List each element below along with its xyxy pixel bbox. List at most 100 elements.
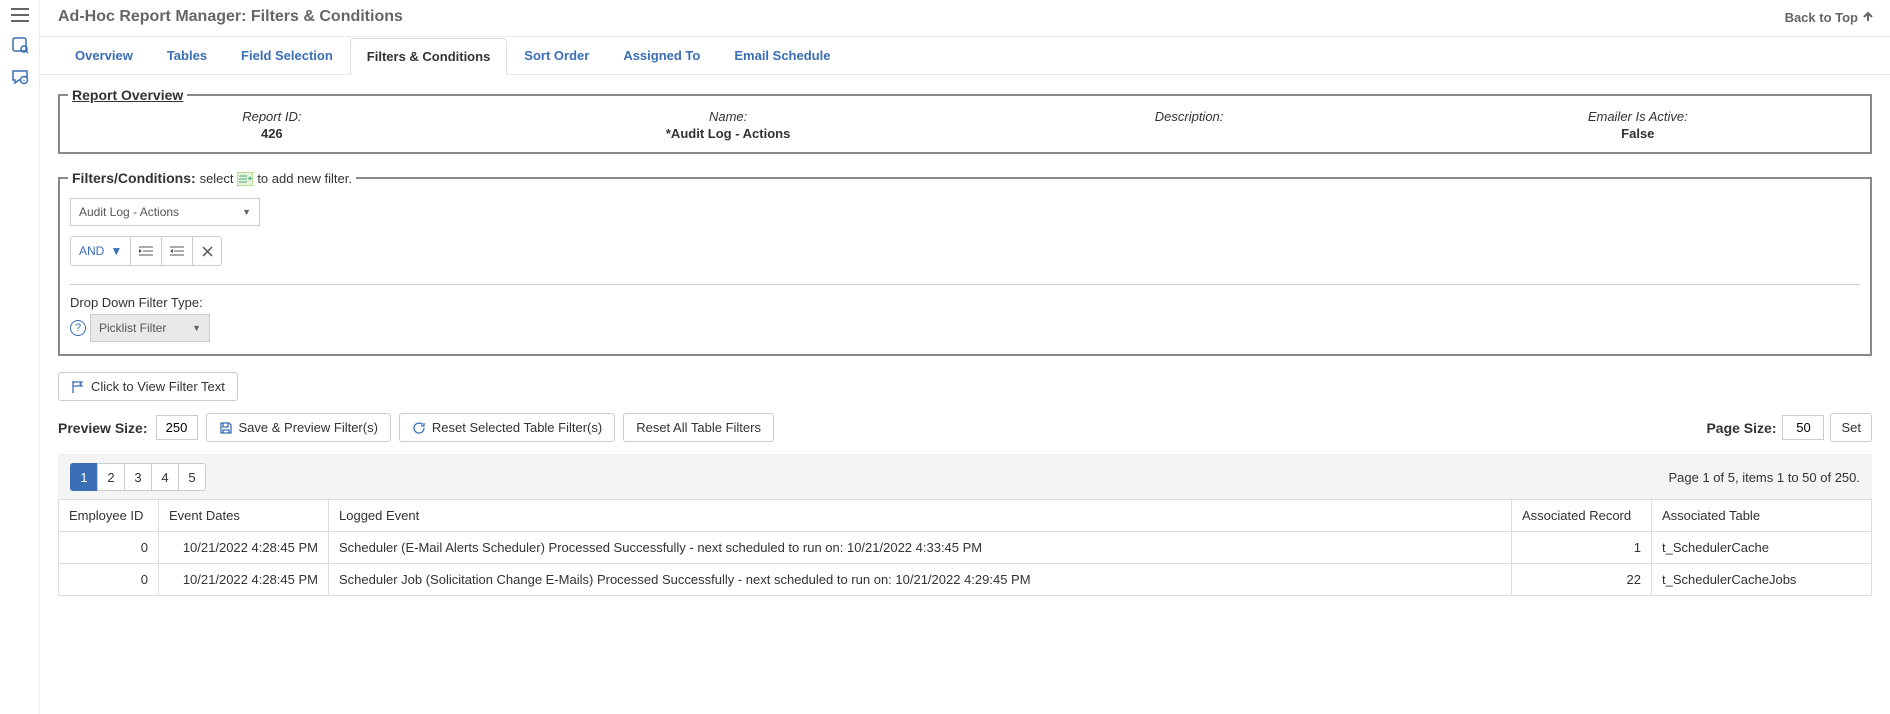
back-to-top-label: Back to Top [1785, 10, 1858, 25]
reset-selected-button[interactable]: Reset Selected Table Filter(s) [399, 413, 615, 442]
results-area: 1 2 3 4 5 Page 1 of 5, items 1 to 50 of … [58, 454, 1872, 596]
set-page-size-button[interactable]: Set [1830, 413, 1872, 442]
menu-toggle-icon[interactable] [11, 8, 29, 22]
filters-legend: Filters/Conditions: select + to add new … [68, 170, 356, 186]
reset-all-button[interactable]: Reset All Table Filters [623, 413, 774, 442]
pager-info: Page 1 of 5, items 1 to 50 of 250. [1668, 470, 1860, 485]
arrow-up-icon [1862, 11, 1874, 23]
add-filter-icon[interactable]: + [237, 172, 253, 186]
tab-field-selection[interactable]: Field Selection [224, 37, 350, 74]
tab-assigned-to[interactable]: Assigned To [606, 37, 717, 74]
overview-description-label: Description: [1155, 109, 1224, 124]
filter-source-value: Audit Log - Actions [79, 205, 179, 219]
filters-legend-select: select [200, 171, 234, 186]
view-filter-text-button[interactable]: Click to View Filter Text [58, 372, 238, 401]
tab-bar: Overview Tables Field Selection Filters … [40, 37, 1890, 75]
tab-sort-order[interactable]: Sort Order [507, 37, 606, 74]
left-nav-rail: + [0, 0, 40, 714]
filters-legend-suffix2: to add new filter. [257, 171, 352, 186]
page-3[interactable]: 3 [124, 463, 152, 491]
results-table: Employee ID Event Dates Logged Event Ass… [58, 499, 1872, 596]
ddft-value: Picklist Filter [99, 321, 166, 335]
filters-conditions-fieldset: Filters/Conditions: select + to add new … [58, 170, 1872, 356]
save-icon [219, 421, 233, 435]
table-row: 0 10/21/2022 4:28:45 PM Scheduler Job (S… [59, 564, 1872, 596]
flag-icon [71, 380, 85, 394]
pager: 1 2 3 4 5 [70, 463, 206, 491]
tab-email-schedule[interactable]: Email Schedule [717, 37, 847, 74]
refresh-icon [412, 421, 426, 435]
col-logged-event[interactable]: Logged Event [329, 500, 1512, 532]
col-associated-record[interactable]: Associated Record [1512, 500, 1652, 532]
svg-text:+: + [22, 78, 25, 84]
page-size-label: Page Size: [1706, 420, 1776, 436]
tab-overview[interactable]: Overview [58, 37, 150, 74]
page-4[interactable]: 4 [151, 463, 179, 491]
table-row: 0 10/21/2022 4:28:45 PM Scheduler (E-Mai… [59, 532, 1872, 564]
page-5[interactable]: 5 [178, 463, 206, 491]
ddft-dropdown[interactable]: Picklist Filter ▼ [90, 314, 210, 342]
overview-emailer-active: Emailer Is Active: False [1588, 109, 1688, 142]
filter-operator-group: AND ▼ [70, 236, 222, 266]
overview-name-value: *Audit Log - Actions [666, 126, 790, 142]
rail-reports-icon[interactable] [11, 36, 29, 54]
topbar: Ad-Hoc Report Manager: Filters & Conditi… [40, 0, 1890, 37]
cell-event: Scheduler Job (Solicitation Change E-Mai… [329, 564, 1512, 596]
operator-value: AND [79, 244, 104, 258]
chevron-down-icon: ▼ [242, 207, 251, 217]
page-title: Ad-Hoc Report Manager: Filters & Conditi… [58, 8, 403, 26]
page-size-input[interactable] [1782, 415, 1824, 440]
tab-filters-conditions[interactable]: Filters & Conditions [350, 38, 508, 75]
table-header-row: Employee ID Event Dates Logged Event Ass… [59, 500, 1872, 532]
set-label: Set [1841, 420, 1861, 435]
col-event-dates[interactable]: Event Dates [159, 500, 329, 532]
filters-legend-prefix: Filters/Conditions: [72, 170, 196, 186]
view-filter-text-label: Click to View Filter Text [91, 379, 225, 394]
cell-tbl: t_SchedulerCacheJobs [1652, 564, 1872, 596]
ddft-label: Drop Down Filter Type: [70, 295, 1860, 310]
col-associated-table[interactable]: Associated Table [1652, 500, 1872, 532]
back-to-top-button[interactable]: Back to Top [1785, 10, 1874, 25]
operator-dropdown[interactable]: AND ▼ [71, 237, 131, 265]
overview-report-id-value: 426 [242, 126, 301, 142]
overview-name: Name: *Audit Log - Actions [666, 109, 790, 142]
help-icon[interactable]: ? [70, 320, 86, 336]
divider [70, 284, 1860, 285]
remove-filter-button[interactable] [193, 237, 221, 265]
cell-emp: 0 [59, 564, 159, 596]
cell-rec: 1 [1512, 532, 1652, 564]
chevron-down-icon: ▼ [110, 244, 122, 258]
page-2[interactable]: 2 [97, 463, 125, 491]
cell-date: 10/21/2022 4:28:45 PM [159, 532, 329, 564]
col-employee-id[interactable]: Employee ID [59, 500, 159, 532]
preview-size-input[interactable] [156, 415, 198, 440]
save-preview-button[interactable]: Save & Preview Filter(s) [206, 413, 391, 442]
cell-rec: 22 [1512, 564, 1652, 596]
overview-description: Description: [1155, 109, 1224, 142]
cell-emp: 0 [59, 532, 159, 564]
preview-size-label: Preview Size: [58, 420, 148, 436]
overview-emailer-label: Emailer Is Active: [1588, 109, 1688, 124]
save-preview-label: Save & Preview Filter(s) [239, 420, 378, 435]
rail-chat-icon[interactable]: + [11, 68, 29, 86]
report-overview-fieldset: Report Overview Report ID: 426 Name: *Au… [58, 87, 1872, 154]
overview-name-label: Name: [666, 109, 790, 124]
tab-tables[interactable]: Tables [150, 37, 224, 74]
chevron-down-icon: ▼ [192, 323, 201, 333]
cell-tbl: t_SchedulerCache [1652, 532, 1872, 564]
indent-filter-button[interactable] [131, 237, 162, 265]
overview-emailer-value: False [1588, 126, 1688, 142]
overview-report-id: Report ID: 426 [242, 109, 301, 142]
preview-toolbar: Preview Size: Save & Preview Filter(s) R… [58, 413, 1872, 442]
overview-report-id-label: Report ID: [242, 109, 301, 124]
report-overview-legend: Report Overview [68, 87, 187, 103]
overview-description-value [1155, 126, 1224, 142]
cell-event: Scheduler (E-Mail Alerts Scheduler) Proc… [329, 532, 1512, 564]
page-1[interactable]: 1 [70, 463, 98, 491]
reset-selected-label: Reset Selected Table Filter(s) [432, 420, 602, 435]
filter-source-dropdown[interactable]: Audit Log - Actions ▼ [70, 198, 260, 226]
svg-text:+: + [248, 174, 253, 183]
cell-date: 10/21/2022 4:28:45 PM [159, 564, 329, 596]
reset-all-label: Reset All Table Filters [636, 420, 761, 435]
outdent-filter-button[interactable] [162, 237, 193, 265]
